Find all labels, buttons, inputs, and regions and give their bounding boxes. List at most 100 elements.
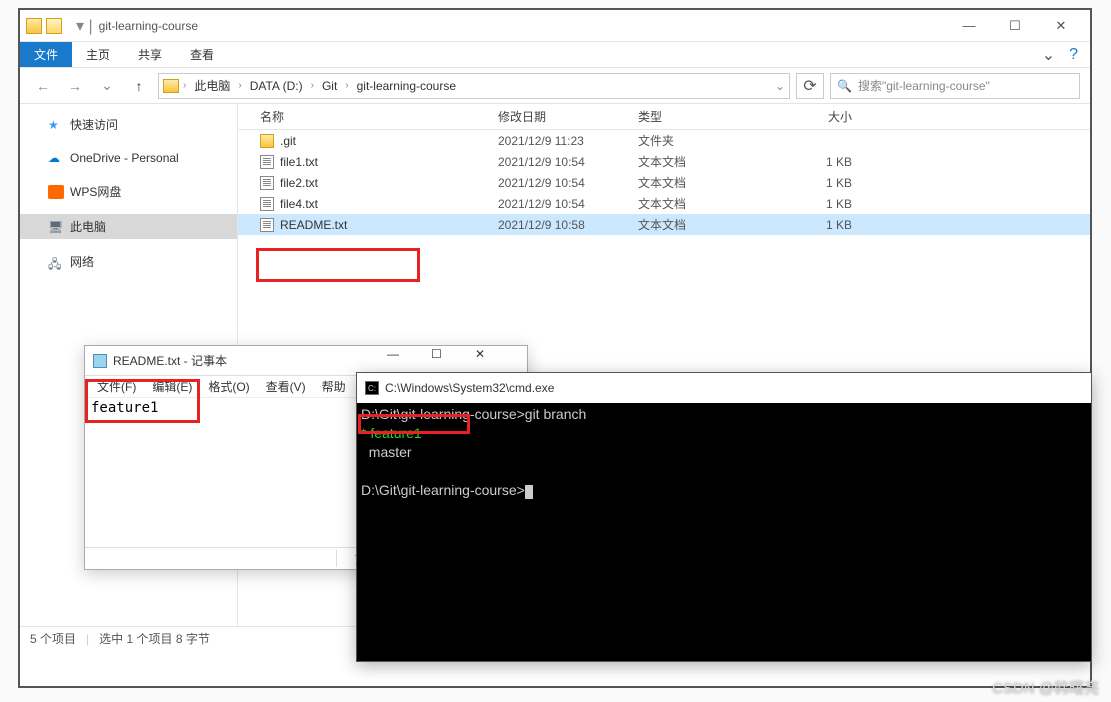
nav-network[interactable]: 🖧 网络 <box>20 249 237 274</box>
nav-quick-access[interactable]: ★ 快速访问 <box>20 112 237 137</box>
tab-share[interactable]: 共享 <box>124 42 176 67</box>
titlebar[interactable]: ▾ | git-learning-course — ☐ ✕ <box>20 10 1090 42</box>
close-button[interactable]: ✕ <box>475 347 519 375</box>
file-row[interactable]: .git 2021/12/9 11:23文件夹 <box>238 130 1090 151</box>
prompt: D:\Git\git-learning-course> <box>361 482 525 498</box>
folder-icon <box>163 79 179 93</box>
pc-icon: 🖥 <box>48 220 64 234</box>
col-size[interactable]: 大小 <box>792 108 872 125</box>
file-name: .git <box>280 134 296 148</box>
chevron-right-icon: › <box>311 80 314 91</box>
watermark: CSDN @韩曙亮 <box>992 677 1099 698</box>
file-row[interactable]: file1.txt 2021/12/9 10:54文本文档1 KB <box>238 151 1090 172</box>
file-name: file2.txt <box>280 176 318 190</box>
cmd-line: D:\Git\git-learning-course>git branch <box>361 406 586 422</box>
window-title: C:\Windows\System32\cmd.exe <box>385 381 554 395</box>
file-name: README.txt <box>280 218 347 232</box>
star-icon: ★ <box>48 118 64 132</box>
nav-label: 快速访问 <box>70 116 118 133</box>
cloud-icon: ☁ <box>48 151 64 165</box>
maximize-button[interactable]: ☐ <box>992 11 1038 41</box>
menu-help[interactable]: 帮助 <box>316 378 352 395</box>
file-row[interactable]: file4.txt2021/12/9 10:54文本文档1 KB <box>238 193 1090 214</box>
notepad-icon <box>93 354 107 368</box>
nav-onedrive[interactable]: ☁ OneDrive - Personal <box>20 147 237 169</box>
breadcrumb[interactable]: › 此电脑 › DATA (D:) › Git › git-learning-c… <box>158 73 790 99</box>
forward-button[interactable]: → <box>62 73 88 99</box>
cursor <box>525 485 533 499</box>
text-file-icon <box>260 218 274 232</box>
crumb-folder[interactable]: git-learning-course <box>353 79 460 93</box>
file-date: 2021/12/9 10:54 <box>498 155 638 169</box>
nav-label: 此电脑 <box>70 218 106 235</box>
ribbon: 文件 主页 共享 查看 ⌄ ? <box>20 42 1090 68</box>
file-name: file4.txt <box>280 197 318 211</box>
branch-marker: * <box>361 425 370 441</box>
crumb-drive[interactable]: DATA (D:) <box>246 79 307 93</box>
cmd-icon: C: <box>365 381 379 395</box>
menu-format[interactable]: 格式(O) <box>202 378 255 395</box>
chevron-right-icon: › <box>183 80 186 91</box>
address-bar: ← → ⌄ ↑ › 此电脑 › DATA (D:) › Git › git-le… <box>20 68 1090 104</box>
folder-icon <box>260 134 274 148</box>
file-type: 文件夹 <box>638 132 792 149</box>
status-selection: 选中 1 个项目 8 字节 <box>99 630 210 647</box>
crumb-pc[interactable]: 此电脑 <box>190 77 234 94</box>
crumb-git[interactable]: Git <box>318 79 341 93</box>
current-branch: feature1 <box>370 425 421 441</box>
file-type: 文本文档 <box>638 153 792 170</box>
search-icon: 🔍 <box>837 79 852 93</box>
nav-wps[interactable]: WPS网盘 <box>20 179 237 204</box>
tab-home[interactable]: 主页 <box>72 42 124 67</box>
chevron-right-icon: › <box>345 80 348 91</box>
terminal-output[interactable]: D:\Git\git-learning-course>git branch * … <box>357 403 1091 661</box>
qat-separator: ▾ | <box>76 16 93 36</box>
maximize-button[interactable]: ☐ <box>431 347 475 375</box>
menu-file[interactable]: 文件(F) <box>91 378 142 395</box>
text-file-icon <box>260 197 274 211</box>
folder-icon <box>26 18 42 34</box>
minimize-button[interactable]: — <box>946 11 992 41</box>
tab-view[interactable]: 查看 <box>176 42 228 67</box>
file-type: 文本文档 <box>638 195 792 212</box>
file-date: 2021/12/9 10:58 <box>498 218 638 232</box>
col-type[interactable]: 类型 <box>638 108 792 125</box>
file-row[interactable]: README.txt2021/12/9 10:58文本文档1 KB <box>238 214 1090 235</box>
branch-name: master <box>361 444 412 460</box>
file-date: 2021/12/9 10:54 <box>498 176 638 190</box>
file-row[interactable]: file2.txt2021/12/9 10:54文本文档1 KB <box>238 172 1090 193</box>
col-date[interactable]: 修改日期 <box>498 108 638 125</box>
file-size: 1 KB <box>792 155 872 169</box>
titlebar[interactable]: C: C:\Windows\System32\cmd.exe <box>357 373 1091 403</box>
minimize-button[interactable]: — <box>387 347 431 375</box>
file-name: file1.txt <box>280 155 318 169</box>
chevron-down-icon[interactable]: ⌄ <box>775 79 785 93</box>
column-headers[interactable]: 名称 修改日期 类型 大小 <box>238 104 1090 130</box>
ribbon-expand-icon[interactable]: ⌄ <box>1042 45 1055 65</box>
cmd-window: C: C:\Windows\System32\cmd.exe D:\Git\gi… <box>356 372 1092 662</box>
chevron-right-icon: › <box>238 80 241 91</box>
back-button[interactable]: ← <box>30 73 56 99</box>
menu-view[interactable]: 查看(V) <box>260 378 312 395</box>
help-icon[interactable]: ? <box>1069 46 1078 64</box>
file-size: 1 KB <box>792 218 872 232</box>
status-count: 5 个项目 <box>30 630 76 647</box>
refresh-button[interactable]: ⟳ <box>796 73 824 99</box>
col-name[interactable]: 名称 <box>238 108 498 125</box>
window-title: README.txt - 记事本 <box>113 352 227 369</box>
nav-label: 网络 <box>70 253 94 270</box>
text-file-icon <box>260 176 274 190</box>
file-size: 1 KB <box>792 176 872 190</box>
up-button[interactable]: ↑ <box>126 73 152 99</box>
text-file-icon <box>260 155 274 169</box>
recent-dropdown[interactable]: ⌄ <box>94 73 120 99</box>
menu-edit[interactable]: 编辑(E) <box>146 378 198 395</box>
file-date: 2021/12/9 11:23 <box>498 134 638 148</box>
nav-label: OneDrive - Personal <box>70 151 179 165</box>
tab-file[interactable]: 文件 <box>20 42 72 67</box>
nav-this-pc[interactable]: 🖥 此电脑 <box>20 214 237 239</box>
nav-label: WPS网盘 <box>70 183 121 200</box>
network-icon: 🖧 <box>48 255 64 269</box>
search-input[interactable]: 🔍 搜索"git-learning-course" <box>830 73 1080 99</box>
close-button[interactable]: ✕ <box>1038 11 1084 41</box>
